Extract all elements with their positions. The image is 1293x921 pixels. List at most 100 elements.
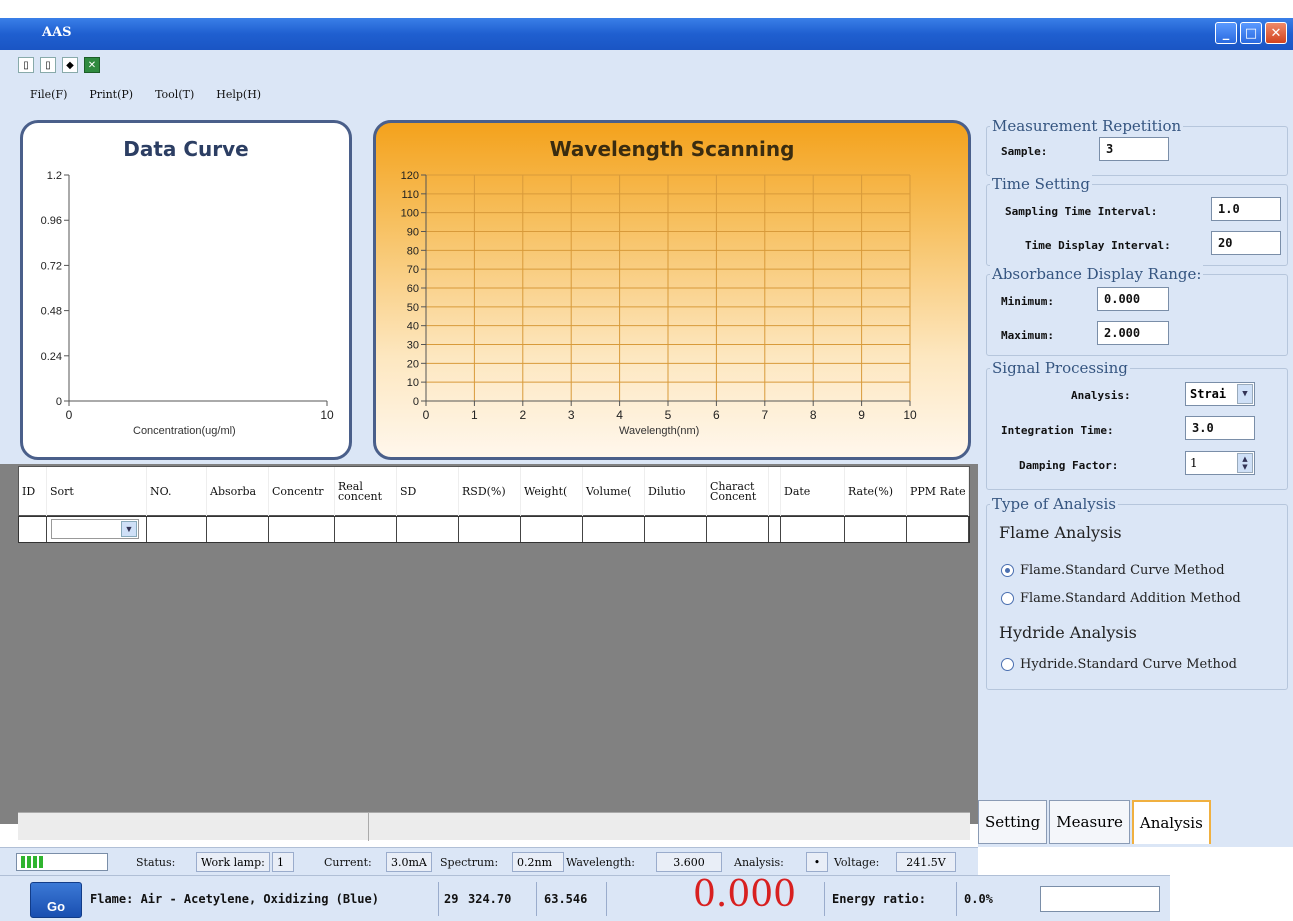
y-tick-label: 30	[407, 340, 419, 352]
wavelength-label: Wavelength:	[566, 856, 635, 869]
measurement-group: Measurement Repetition Sample: 3	[986, 117, 1288, 176]
menu-tool[interactable]: Tool(T)	[155, 88, 194, 101]
x-tick-label: 0	[423, 408, 430, 422]
y-tick-label: 1.2	[47, 170, 62, 182]
flame-standard-addition-label: Flame.Standard Addition Method	[1020, 591, 1241, 606]
y-tick-label: 110	[401, 189, 419, 201]
tab-bar: Setting Measure Analysis	[978, 800, 1213, 846]
table-cell[interactable]	[147, 517, 207, 542]
time-setting-legend: Time Setting	[990, 175, 1092, 193]
damping-factor-stepper[interactable]: 1 ▲ ▼	[1185, 451, 1255, 475]
column-header[interactable]: PPM Rate	[907, 467, 969, 517]
menu-print[interactable]: Print(P)	[89, 88, 133, 101]
minimum-label: Minimum:	[1001, 295, 1054, 308]
chevron-down-icon[interactable]: ▼	[121, 521, 137, 537]
spin-arrows-icon[interactable]: ▲ ▼	[1237, 453, 1253, 473]
analysis-label: Analysis:	[1071, 389, 1131, 402]
column-header[interactable]: Absorba	[207, 467, 269, 517]
analysis-status-value: •	[806, 852, 828, 872]
signal-processing-group: Signal Processing Analysis: Strai ▼ Inte…	[986, 359, 1288, 490]
voltage-label: Voltage:	[834, 856, 880, 869]
integration-time-input[interactable]: 3.0	[1185, 416, 1255, 440]
flame-standard-curve-radio[interactable]: Flame.Standard Curve Method	[1001, 563, 1225, 578]
energy-ratio-bar	[1040, 886, 1160, 912]
table-cell[interactable]	[19, 517, 47, 542]
settings-panel: Measurement Repetition Sample: 3 Time Se…	[978, 112, 1293, 847]
absorbance-legend: Absorbance Display Range:	[990, 265, 1204, 283]
open-file-icon[interactable]: ▯	[40, 57, 56, 73]
minimum-input[interactable]: 0.000	[1097, 287, 1169, 311]
column-header[interactable]: Charact Concent	[707, 467, 769, 517]
tab-analysis[interactable]: Analysis	[1131, 800, 1211, 844]
tab-measure[interactable]: Measure	[1049, 800, 1130, 844]
radio-icon	[1001, 658, 1014, 671]
x-tick-label: 3	[568, 408, 575, 422]
analysis-status-label: Analysis:	[734, 856, 784, 869]
y-tick-label: 0.72	[41, 260, 62, 272]
analysis-select[interactable]: Strai ▼	[1185, 382, 1255, 406]
sort-dropdown[interactable]: ▼	[51, 519, 139, 539]
y-tick-label: 100	[401, 208, 419, 220]
sampling-interval-input[interactable]: 1.0	[1211, 197, 1281, 221]
menu-file[interactable]: File(F)	[30, 88, 67, 101]
hydride-analysis-heading: Hydride Analysis	[999, 623, 1137, 642]
column-header[interactable]: RSD(%)	[459, 467, 521, 517]
y-tick-label: 60	[407, 283, 419, 295]
horizontal-scrollbar[interactable]	[18, 812, 970, 841]
close-icon[interactable]: ✕	[1265, 22, 1287, 44]
display-interval-input[interactable]: 20	[1211, 231, 1281, 255]
signal-processing-legend: Signal Processing	[990, 359, 1130, 377]
column-header[interactable]: Rate(%)	[845, 467, 907, 517]
table-cell[interactable]	[269, 517, 335, 542]
table-cell[interactable]	[645, 517, 707, 542]
table-cell[interactable]	[459, 517, 521, 542]
table-cell[interactable]	[907, 517, 969, 542]
table-cell[interactable]	[207, 517, 269, 542]
analysis-select-value: Strai	[1190, 387, 1227, 401]
maximum-input[interactable]: 2.000	[1097, 321, 1169, 345]
sample-input[interactable]: 3	[1099, 137, 1169, 161]
flame-standard-addition-radio[interactable]: Flame.Standard Addition Method	[1001, 591, 1241, 606]
go-button[interactable]: Go	[30, 882, 82, 918]
absorbance-range-group: Absorbance Display Range: Minimum: 0.000…	[986, 265, 1288, 356]
table-cell[interactable]	[397, 517, 459, 542]
column-header[interactable]: ID	[19, 467, 47, 517]
menu-help[interactable]: Help(H)	[216, 88, 261, 101]
y-tick-label: 0	[413, 396, 419, 408]
column-header[interactable]: SD	[397, 467, 459, 517]
column-header[interactable]: Volume(	[583, 467, 645, 517]
column-header[interactable]: Concentr	[269, 467, 335, 517]
table-cell[interactable]	[335, 517, 397, 542]
column-header[interactable]: NO.	[147, 467, 207, 517]
chevron-down-icon[interactable]: ▼	[1237, 384, 1253, 404]
column-header[interactable]: Weight(	[521, 467, 583, 517]
table-cell[interactable]	[707, 517, 769, 542]
column-header[interactable]	[769, 467, 781, 517]
maximize-icon[interactable]: □	[1240, 22, 1262, 44]
table-cell[interactable]	[845, 517, 907, 542]
table-row[interactable]: ▼	[18, 516, 970, 543]
hydride-standard-curve-radio[interactable]: Hydride.Standard Curve Method	[1001, 657, 1237, 672]
excel-export-icon[interactable]: ✕	[84, 57, 100, 73]
column-header[interactable]: Real concent	[335, 467, 397, 517]
x-tick-label: 5	[665, 408, 672, 422]
column-header[interactable]: Date	[781, 467, 845, 517]
eraser-icon[interactable]: ◆	[62, 57, 78, 73]
minimize-icon[interactable]: _	[1215, 22, 1237, 44]
column-header[interactable]: Dilutio	[645, 467, 707, 517]
energy-ratio-value: 0.0%	[964, 892, 993, 906]
damping-factor-label: Damping Factor:	[1019, 459, 1119, 472]
spectrum-label: Spectrum:	[440, 856, 499, 869]
lamp-energy-indicator	[16, 853, 108, 871]
table-cell[interactable]	[769, 517, 781, 542]
table-cell[interactable]	[521, 517, 583, 542]
new-file-icon[interactable]: ▯	[18, 57, 34, 73]
column-header[interactable]: Sort	[47, 467, 147, 517]
table-cell[interactable]	[781, 517, 845, 542]
table-cell[interactable]	[583, 517, 645, 542]
x-tick-label: 6	[713, 408, 720, 422]
tab-setting[interactable]: Setting	[978, 800, 1048, 844]
y-tick-label: 40	[407, 321, 419, 333]
sample-label: Sample:	[1001, 145, 1048, 158]
hydride-standard-curve-label: Hydride.Standard Curve Method	[1020, 657, 1237, 672]
